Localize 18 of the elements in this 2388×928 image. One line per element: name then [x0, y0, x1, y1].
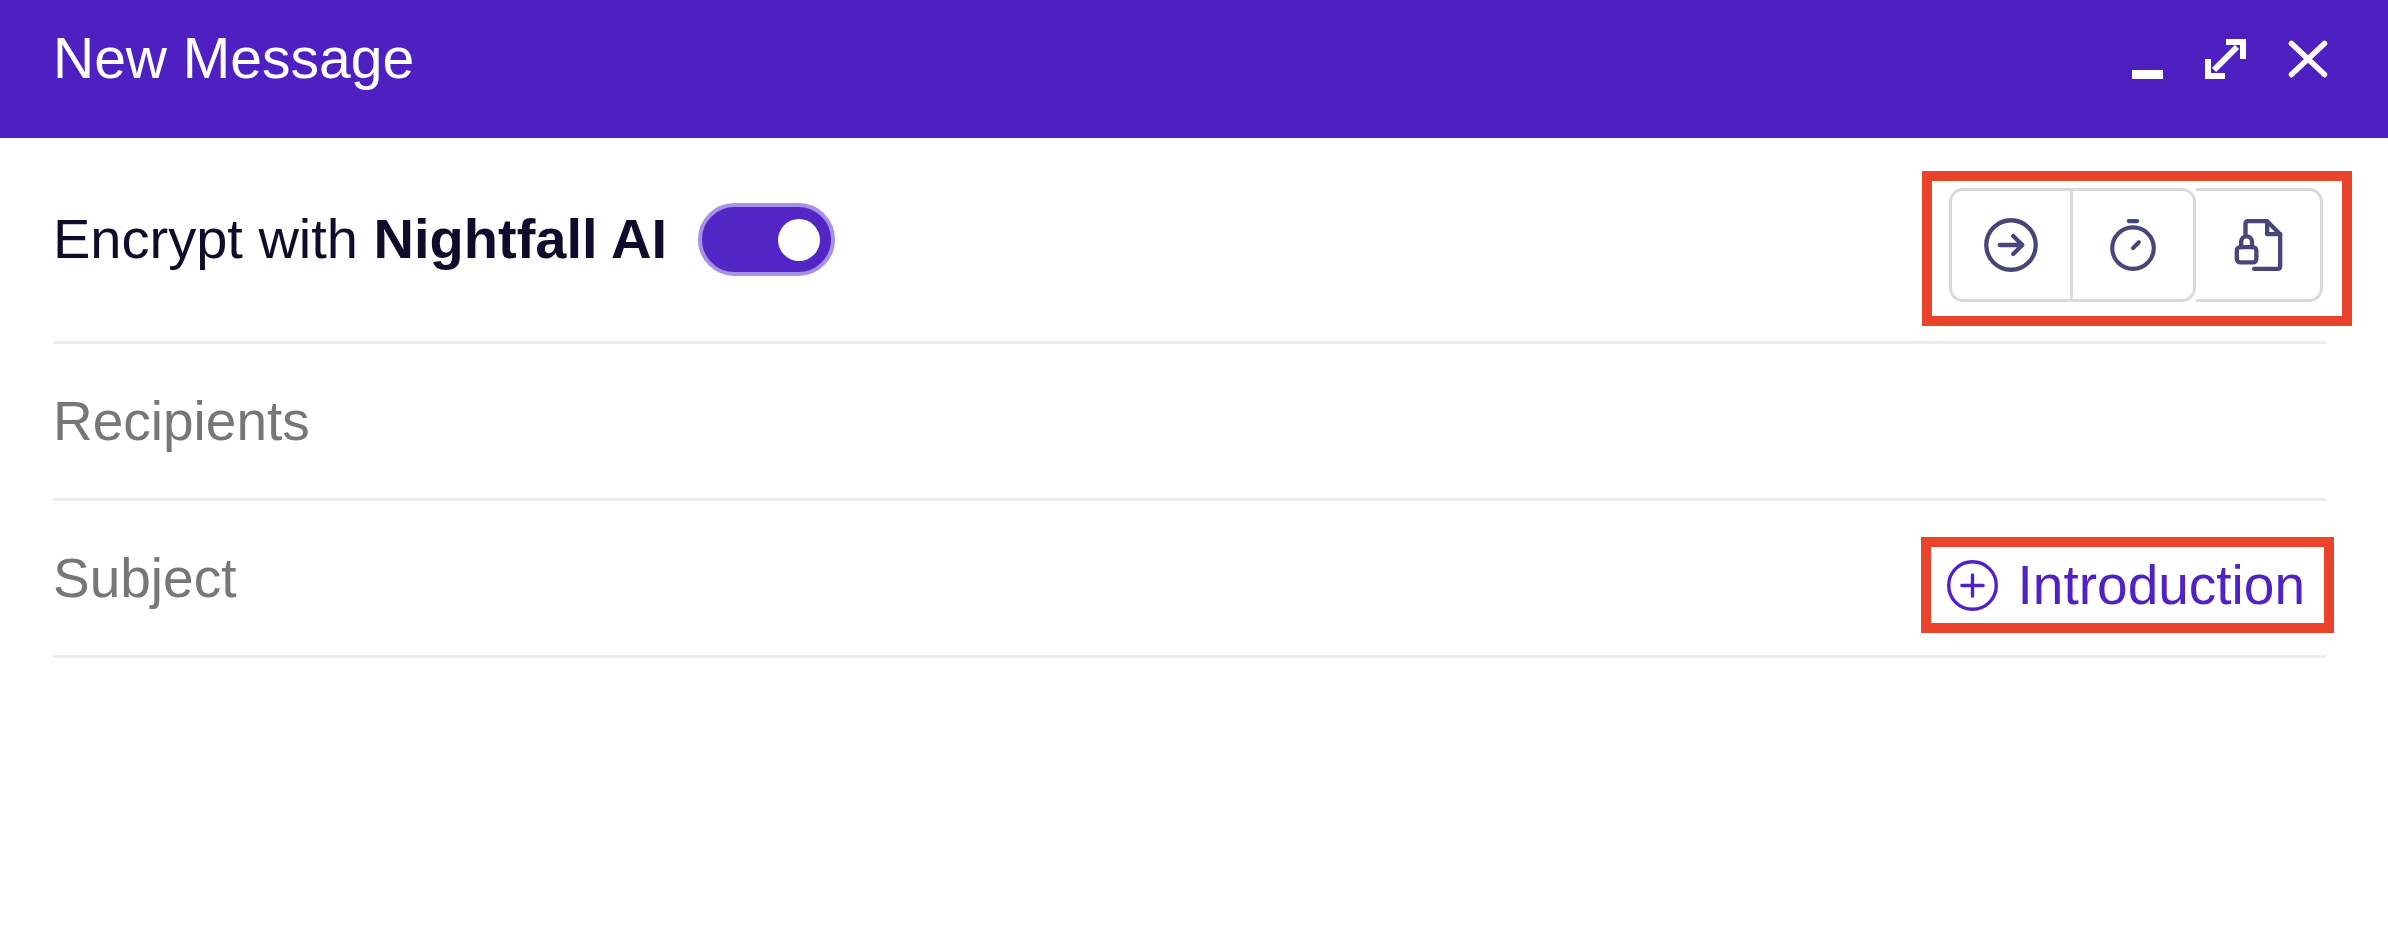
minimize-button[interactable] [2132, 69, 2163, 79]
stopwatch-icon [2110, 218, 2156, 271]
add-button[interactable]: Introduction [1930, 547, 2324, 623]
expand-button[interactable] [2205, 39, 2246, 79]
file-lock-icon [2233, 218, 2283, 271]
close-button[interactable] [2288, 40, 2328, 78]
locked-file-button[interactable] [2196, 187, 2323, 302]
timer-button[interactable] [2073, 187, 2196, 302]
subject-field[interactable]: Subject [53, 538, 1921, 618]
recipients-field[interactable]: Recipients [53, 381, 2326, 461]
arrow-circle-icon [1984, 217, 2038, 272]
encrypt-label: Encrypt with Nightfall AI [53, 207, 667, 272]
plus-circle-icon [1946, 559, 1998, 611]
window-title: New Message [53, 26, 416, 92]
close-icon [2288, 40, 2328, 78]
expand-arrows-icon [2205, 39, 2246, 79]
minimize-icon [2132, 69, 2163, 79]
arrow-button[interactable] [1949, 187, 2073, 302]
